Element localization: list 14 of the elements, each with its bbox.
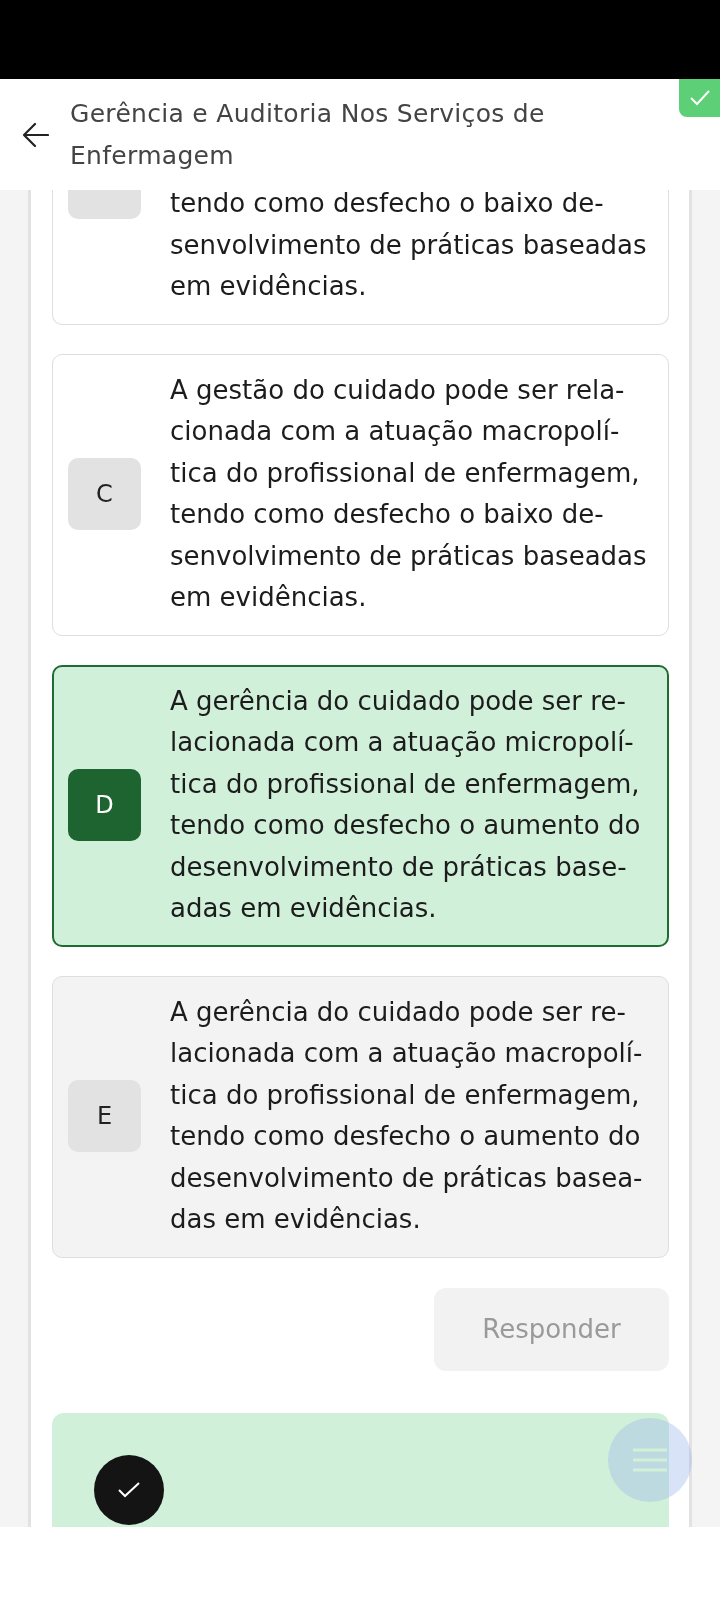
option-text: A gestão do cuidado pode ser rela- cionada com a atuação macropolí- tica do profissional de enfermagem, tendo como desfecho o baixo de- senvolvimento de práticas baseadas em evidências.	[170, 373, 647, 614]
option-card[interactable]: C A gestão do cuidado pode ser rela- cionada com a atuação macropolí- tica do profissional de enfermagem, tendo como desfecho o baixo de- senvolvimento de práticas baseadas em evidências.	[52, 353, 669, 636]
option-text: A gerência do cuidado pode ser re- lacionada com a atuação micropolí- tica do profissional de enfermagem, tendo como desfecho o aumento do desenvolvimento de práticas base- adas em evidências.	[170, 684, 641, 925]
page-title: Gerência e Auditoria Nos Serviços de Enfermagem	[70, 97, 546, 172]
option-letter: D	[68, 769, 141, 841]
back-arrow-icon[interactable]	[21, 120, 49, 149]
option-card[interactable]: tendo como desfecho o baixo de- senvolvimento de práticas baseadas em evidências.	[52, 190, 669, 325]
check-circle-icon	[94, 1454, 164, 1525]
option-letter: E	[68, 1080, 141, 1152]
option-letter: C	[68, 458, 141, 530]
option-text: tendo como desfecho o baixo de- senvolvimento de práticas baseadas em evidências.	[170, 190, 647, 303]
option-card[interactable]: E A gerência do cuidado pode ser re- lacionada com a atuação macropolí- tica do profissional de enfermagem, tendo como desfecho o aumento do desenvolvimento de práticas basea- das em evidências.	[52, 975, 669, 1258]
option-text: A gerência do cuidado pode ser re- lacionada com a atuação macropolí- tica do profissional de enfermagem, tendo como desfecho o aumento do desenvolvimento de práticas basea- das em evidências.	[170, 995, 643, 1236]
option-card[interactable]: D A gerência do cuidado pode ser re- lacionada com a atuação micropolí- tica do profissional de enfermagem, tendo como desfecho o aumento do desenvolvimento de práticas base- adas em evidências.	[52, 664, 669, 947]
